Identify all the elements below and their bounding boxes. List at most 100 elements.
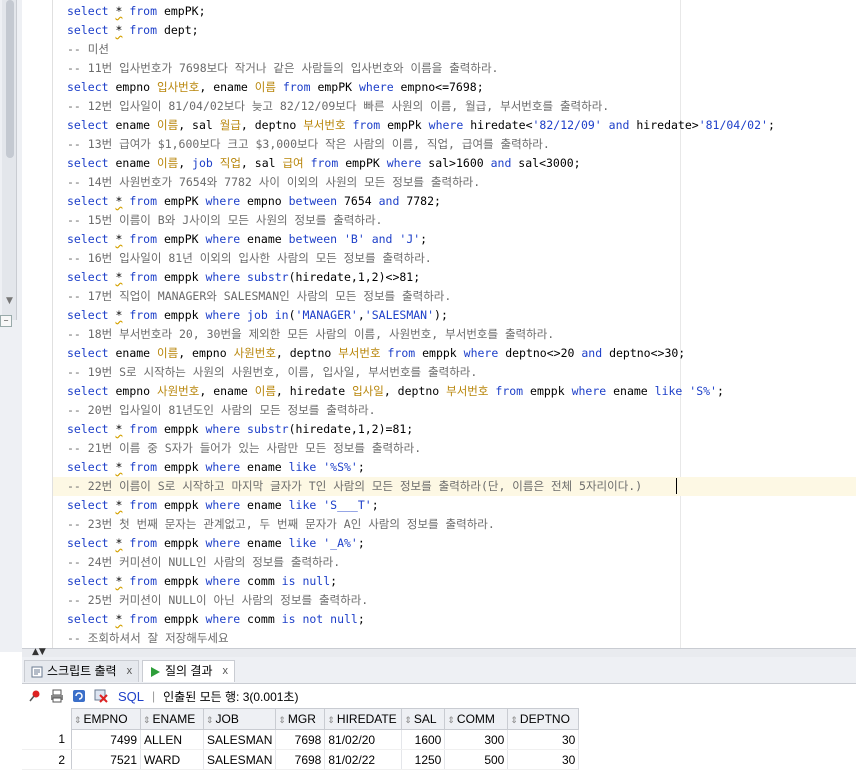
scrollbar-thumb[interactable] <box>6 0 14 158</box>
comment-line[interactable]: -- 24번 커미션이 NULL인 사람의 정보를 출력하라. <box>67 553 340 572</box>
sort-icon[interactable]: ⇕ <box>143 715 151 725</box>
code-token: ename <box>115 346 158 360</box>
comment-line[interactable]: -- 23번 첫 번째 문자는 관계없고, 두 번째 문자가 A인 사람의 정보… <box>67 515 495 534</box>
sql-line[interactable]: select ename 이름, empno 사원번호, deptno 부서번호… <box>67 344 685 363</box>
code-token: -- 16번 입사일이 81년 이외의 입사한 사람의 모든 정보를 출력하라. <box>67 251 432 265</box>
splitter-arrows-icon[interactable]: ▲▼ <box>32 647 46 657</box>
comment-line[interactable]: -- 18번 부서번호라 20, 30번을 제외한 모든 사람의 이름, 사원번… <box>67 325 554 344</box>
table-row[interactable]: 2 7521 WARD SALESMAN 7698 81/02/22 1250 500 30 <box>22 749 580 770</box>
sql-line[interactable]: select * from emppk where ename like '_A… <box>67 534 365 553</box>
sql-line[interactable]: select empno 사원번호, ename 이름, hiredate 입사… <box>67 382 724 401</box>
table-cell[interactable]: WARD <box>140 749 204 770</box>
sql-line[interactable]: select * from empPK; <box>67 2 206 21</box>
tab-script-output[interactable]: 스크립트 출력 x <box>24 660 140 682</box>
sql-line[interactable]: select * from emppk where substr(hiredat… <box>67 420 413 439</box>
code-token: (hiredate,1,2)<>81; <box>288 270 421 284</box>
comment-line[interactable]: -- 22번 이름이 S로 시작하고 마지막 글자가 T인 사람의 모든 정보를… <box>53 477 856 496</box>
sql-line[interactable]: select empno 입사번호, ename 이름 from empPK w… <box>67 78 484 97</box>
comment-line[interactable]: -- 조회하셔서 잘 저장해두세요 <box>67 629 229 648</box>
print-icon[interactable] <box>48 687 66 705</box>
refresh-icon[interactable] <box>70 687 88 705</box>
cancel-query-icon[interactable] <box>92 687 110 705</box>
comment-line[interactable]: -- 25번 커미션이 NULL이 아닌 사람의 정보를 출력하라. <box>67 591 368 610</box>
sort-icon[interactable]: ⇕ <box>404 715 412 725</box>
sql-link[interactable]: SQL <box>118 689 144 704</box>
code-token: where <box>205 460 248 474</box>
sql-line[interactable]: select * from dept; <box>67 21 199 40</box>
sql-line[interactable]: select ename 이름, sal 월급, deptno 부서번호 fro… <box>67 116 775 135</box>
comment-line[interactable]: -- 16번 입사일이 81년 이외의 입사한 사람의 모든 정보를 출력하라. <box>67 249 432 268</box>
sql-line[interactable]: select * from emppk where ename like '%S… <box>67 458 365 477</box>
column-header-sal[interactable]: ⇕ SAL <box>401 708 446 730</box>
comment-line[interactable]: -- 13번 급여가 $1,600보다 크고 $3,000보다 작은 사람의 이… <box>67 135 550 154</box>
code-token: ename <box>247 460 289 474</box>
comment-line[interactable]: -- 19번 S로 시작하는 사원의 사원번호, 이름, 입사일, 부서번호를 … <box>67 363 477 382</box>
sql-line[interactable]: select * from empPK where ename between … <box>67 230 427 249</box>
sort-icon[interactable]: ⇕ <box>447 715 455 725</box>
editor-vertical-scrollbar[interactable]: ▼ <box>2 0 17 320</box>
table-cell[interactable]: 81/02/22 <box>324 749 403 770</box>
panel-splitter[interactable]: ▲▼ <box>22 647 856 657</box>
table-cell[interactable]: SALESMAN <box>203 729 277 750</box>
collapse-panel-icon[interactable]: − <box>0 315 12 327</box>
tab-query-result[interactable]: 질의 결과 x <box>142 660 235 682</box>
code-token: '81/04/02' <box>698 118 768 132</box>
sql-line[interactable]: select * from emppk where job in('MANAGE… <box>67 306 448 325</box>
table-header-row: ⇕ EMPNO ⇕ ENAME ⇕ JOB ⇕ MGR ⇕ HIREDATE ⇕ SAL ⇕ COMM ⇕ D… <box>22 708 580 730</box>
sql-line[interactable]: select * from empPK where empno between … <box>67 192 441 211</box>
comment-line[interactable]: -- 14번 사원번호가 7654와 7782 사이 이외의 사원의 모든 정보… <box>67 173 480 192</box>
sql-worksheet-editor[interactable]: select * from empPK; select * from dept; -… <box>53 0 856 648</box>
code-token: , sal <box>178 118 220 132</box>
table-cell[interactable]: 7521 <box>71 749 141 770</box>
comment-line[interactable]: -- 15번 이름이 B와 J사이의 모든 사원의 정보를 출력하라. <box>67 211 382 230</box>
left-panel-strip: ▼ − <box>0 0 23 652</box>
column-header-ename[interactable]: ⇕ ENAME <box>140 708 204 730</box>
code-token: select <box>67 80 116 94</box>
table-row[interactable]: 1 7499 ALLEN SALESMAN 7698 81/02/20 1600 300 30 <box>22 729 580 750</box>
table-cell[interactable]: 81/02/20 <box>324 729 403 750</box>
sort-icon[interactable]: ⇕ <box>74 715 82 725</box>
sql-line[interactable]: select * from emppk where comm is not nu… <box>67 610 365 629</box>
pin-icon[interactable] <box>26 687 44 705</box>
comment-line[interactable]: -- 미션 <box>67 40 109 59</box>
table-cell[interactable]: 500 <box>444 749 509 770</box>
column-header-deptno[interactable]: ⇕ DEPTNO <box>507 708 580 730</box>
code-token: -- 14번 사원번호가 7654와 7782 사이 이외의 사원의 모든 정보… <box>67 175 481 189</box>
table-cell[interactable]: 300 <box>444 729 509 750</box>
column-header-comm[interactable]: ⇕ COMM <box>444 708 509 730</box>
table-cell[interactable]: 30 <box>507 749 580 770</box>
table-cell[interactable]: 7698 <box>275 729 326 750</box>
table-cell[interactable]: 30 <box>507 729 580 750</box>
sql-line[interactable]: select * from emppk where comm is null; <box>67 572 337 591</box>
sort-icon[interactable]: ⇕ <box>278 715 286 725</box>
table-cell[interactable]: 7499 <box>71 729 141 750</box>
column-header-mgr[interactable]: ⇕ MGR <box>275 708 326 730</box>
code-token: 이름 <box>254 80 276 94</box>
sql-line[interactable]: select ename 이름, job 직업, sal 급여 from emp… <box>67 154 581 173</box>
row-number: 1 <box>22 729 72 750</box>
table-cell[interactable]: 1600 <box>401 729 446 750</box>
comment-line[interactable]: -- 12번 입사일이 81/04/02보다 늦고 82/12/09보다 빠른 … <box>67 97 609 116</box>
close-tab-icon[interactable]: x <box>127 661 133 682</box>
comment-line[interactable]: -- 11번 입사번호가 7698보다 작거나 같은 사람들의 입사번호와 이름… <box>67 59 498 78</box>
table-cell[interactable]: 7698 <box>275 749 326 770</box>
column-label: COMM <box>456 712 495 726</box>
code-token: where <box>205 422 248 436</box>
close-tab-icon[interactable]: x <box>223 661 229 682</box>
comment-line[interactable]: -- 17번 직업이 MANAGER와 SALESMAN인 사람의 모든 정보를… <box>67 287 451 306</box>
table-cell[interactable]: SALESMAN <box>203 749 277 770</box>
sort-icon[interactable]: ⇕ <box>206 715 214 725</box>
comment-line[interactable]: -- 20번 입사일이 81년도인 사람의 모든 정보를 출력하라. <box>67 401 376 420</box>
column-header-hiredate[interactable]: ⇕ HIREDATE <box>324 708 403 730</box>
table-cell[interactable]: 1250 <box>401 749 446 770</box>
comment-line[interactable]: -- 21번 이름 중 S자가 들어가 있는 사람만 모든 정보를 출력하라. <box>67 439 421 458</box>
sort-icon[interactable]: ⇕ <box>510 715 518 725</box>
scroll-down-arrow-icon[interactable]: ▼ <box>6 296 13 306</box>
sort-icon[interactable]: ⇕ <box>327 715 335 725</box>
table-cell[interactable]: ALLEN <box>140 729 204 750</box>
column-header-empno[interactable]: ⇕ EMPNO <box>71 708 141 730</box>
sql-line[interactable]: select * from emppk where substr(hiredat… <box>67 268 420 287</box>
sql-line[interactable]: select * from emppk where ename like 'S_… <box>67 496 379 515</box>
column-header-job[interactable]: ⇕ JOB <box>202 708 277 730</box>
query-result-grid[interactable]: ⇕ EMPNO ⇕ ENAME ⇕ JOB ⇕ MGR ⇕ HIREDATE ⇕ SAL ⇕ COMM ⇕ D… <box>22 708 856 770</box>
